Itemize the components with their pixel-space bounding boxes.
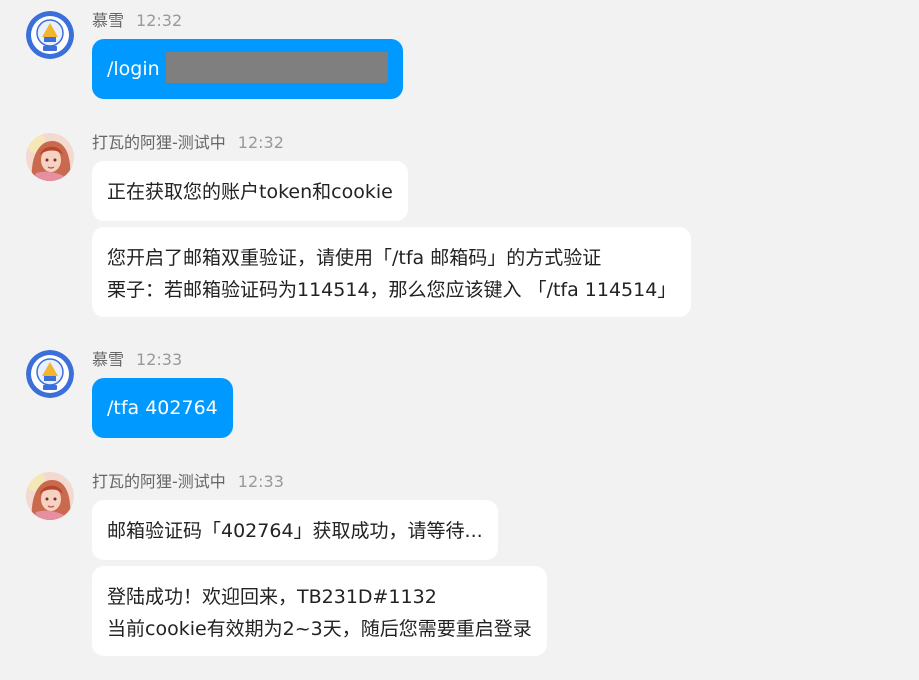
message-bubble[interactable]: 您开启了邮箱双重验证，请使用「/tfa 邮箱码」的方式验证 栗子：若邮箱验证码为… xyxy=(92,227,692,317)
moxue-avatar-icon xyxy=(26,11,74,59)
message-bubble[interactable]: /login xyxy=(92,39,403,99)
message-meta: 慕雪 12:33 xyxy=(92,350,182,370)
sender-name: 打瓦的阿狸-测试中 xyxy=(92,133,226,152)
message-time: 12:33 xyxy=(136,350,183,369)
sender-name: 慕雪 xyxy=(92,11,125,30)
message-text: 登陆成功！欢迎回来，TB231D#1132 xyxy=(107,586,437,608)
user-avatar[interactable] xyxy=(26,350,74,398)
message-text: 您开启了邮箱双重验证，请使用「/tfa 邮箱码」的方式验证 xyxy=(107,247,602,269)
message-bubble[interactable]: 邮箱验证码「402764」获取成功，请等待... xyxy=(92,500,498,560)
message-bubble[interactable]: 登陆成功！欢迎回来，TB231D#1132 当前cookie有效期为2~3天，随… xyxy=(92,566,547,656)
message-time: 12:32 xyxy=(136,11,183,30)
redacted-block xyxy=(165,52,388,83)
message-meta: 打瓦的阿狸-测试中 12:32 xyxy=(92,133,284,153)
message-meta: 慕雪 12:32 xyxy=(92,11,182,31)
ahri-avatar-icon xyxy=(26,472,74,520)
user-avatar[interactable] xyxy=(26,11,74,59)
sender-name: 慕雪 xyxy=(92,350,125,369)
message-meta: 打瓦的阿狸-测试中 12:33 xyxy=(92,472,284,492)
message-bubble[interactable]: /tfa 402764 xyxy=(92,378,233,438)
bot-avatar[interactable] xyxy=(26,133,74,181)
moxue-avatar-icon xyxy=(26,350,74,398)
message-time: 12:33 xyxy=(237,472,284,491)
message-bubble[interactable]: 正在获取您的账户token和cookie xyxy=(92,161,408,221)
message-text: /login xyxy=(107,58,160,80)
ahri-avatar-icon xyxy=(26,133,74,181)
bot-avatar[interactable] xyxy=(26,472,74,520)
message-text: 栗子：若邮箱验证码为114514，那么您应该键入 「/tfa 114514」 xyxy=(107,279,677,301)
message-time: 12:32 xyxy=(237,133,284,152)
message-text: 邮箱验证码「402764」获取成功，请等待... xyxy=(107,520,483,542)
message-text: /tfa 402764 xyxy=(107,397,218,419)
message-text: 正在获取您的账户token和cookie xyxy=(107,181,393,203)
sender-name: 打瓦的阿狸-测试中 xyxy=(92,472,226,491)
message-text: 当前cookie有效期为2~3天，随后您需要重启登录 xyxy=(107,618,532,640)
